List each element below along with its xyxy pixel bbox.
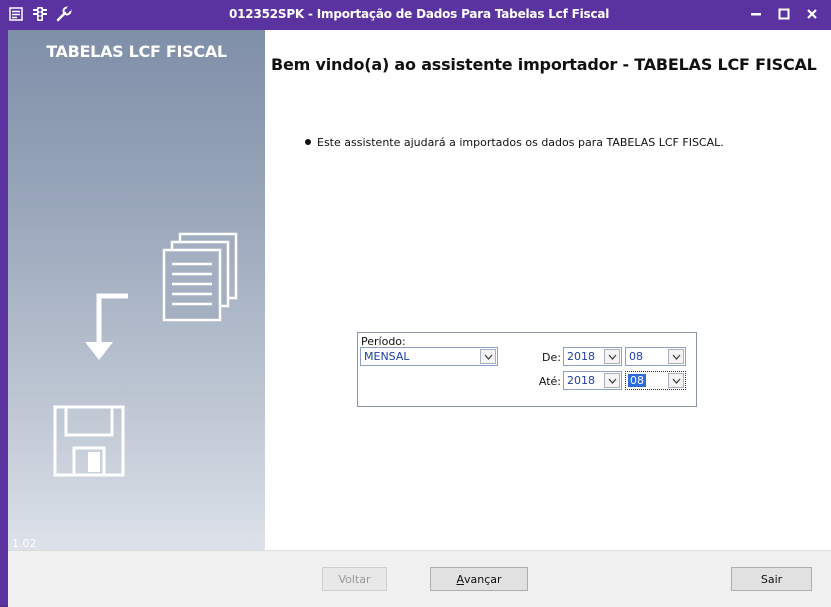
window-title: 012352SPK - Importação de Dados Para Tab… [229,7,610,21]
wizard-sidebar: TABELAS LCF FISCAL 1.02 [8,30,265,550]
bullet-icon [305,139,311,145]
documents-icon [162,232,238,322]
wizard-content: Bem vindo(a) ao assistente importador - … [265,30,831,550]
floppy-disk-icon [53,405,125,477]
ate-month-value: 08 [628,374,646,387]
close-icon[interactable] [801,5,823,23]
traffic-light-icon[interactable] [32,6,48,22]
button-bar: Voltar Avançar Sair [8,550,831,607]
down-arrow-icon [85,293,128,360]
ate-label: Até: [538,375,561,388]
avancar-button[interactable]: Avançar [430,567,528,591]
periodo-type-select[interactable]: MENSAL [360,347,498,366]
title-bar[interactable]: 012352SPK - Importação de Dados Para Tab… [0,0,831,30]
voltar-button[interactable]: Voltar [322,567,387,591]
sidebar-title: TABELAS LCF FISCAL [46,42,227,61]
de-year-select[interactable]: 2018 [563,347,622,366]
avancar-label: vançar [463,572,502,586]
ate-month-select[interactable]: 08 [625,371,686,390]
periodo-group: Período: MENSAL De: 2018 08 Até: 2018 08 [357,332,697,407]
info-bullet: Este assistente ajudará a importados os … [305,136,724,149]
wizard-client-area: TABELAS LCF FISCAL 1.02 Bem vindo(a) ao … [8,30,831,607]
chevron-down-icon[interactable] [604,349,620,364]
minimize-icon[interactable] [745,5,767,23]
avancar-accelerator: A [456,572,464,586]
de-month-value: 08 [629,350,643,363]
de-year-value: 2018 [567,350,595,363]
menu-icon[interactable] [8,6,24,22]
chevron-down-icon[interactable] [480,349,496,364]
title-bar-icons [8,6,72,22]
maximize-icon[interactable] [773,5,795,23]
periodo-type-value: MENSAL [364,350,410,363]
de-label: De: [542,351,561,364]
welcome-heading: Bem vindo(a) ao assistente importador - … [271,55,817,74]
info-text: Este assistente ajudará a importados os … [317,136,724,149]
chevron-down-icon[interactable] [668,373,684,388]
de-month-select[interactable]: 08 [625,347,686,366]
application-window: 012352SPK - Importação de Dados Para Tab… [0,0,831,607]
chevron-down-icon[interactable] [668,349,684,364]
version-label: 1.02 [12,537,37,550]
sair-button[interactable]: Sair [731,567,812,591]
wrench-icon[interactable] [56,6,72,22]
ate-year-select[interactable]: 2018 [563,371,622,390]
window-controls [745,5,823,23]
chevron-down-icon[interactable] [604,373,620,388]
ate-year-value: 2018 [567,374,595,387]
